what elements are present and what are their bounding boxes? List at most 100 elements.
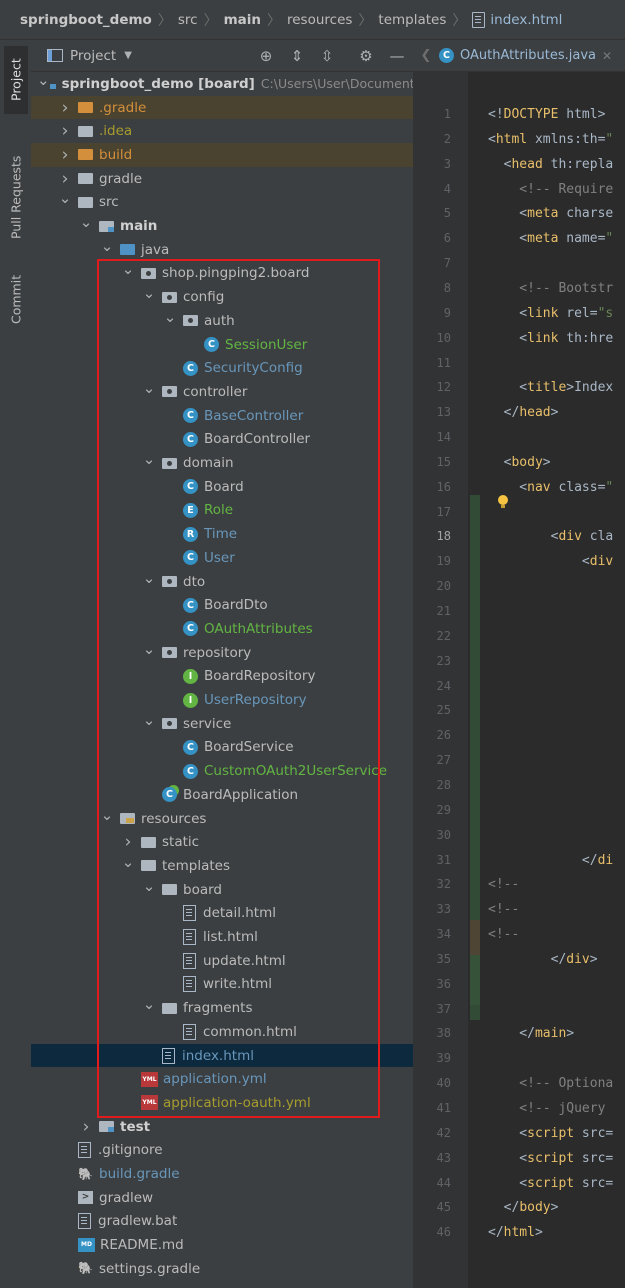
breadcrumb-item[interactable]: springboot_demo (20, 12, 152, 28)
tree-item-write-html[interactable]: write.html (31, 973, 413, 997)
tree-item-gradle[interactable]: › .gradle (31, 95, 413, 120)
tree-item-time[interactable]: R Time (31, 522, 413, 546)
collapse-all-icon[interactable]: ⇳ (317, 46, 337, 66)
tree-item-role[interactable]: E Role (31, 499, 413, 523)
tree-item-fragments[interactable]: ⌄ fragments (31, 996, 413, 1020)
tree-item-userrepository[interactable]: I UserRepository (31, 688, 413, 712)
chevron-right-icon[interactable]: › (58, 98, 72, 118)
tree-item-securityconfig[interactable]: C SecurityConfig (31, 356, 413, 380)
chevron-down-icon[interactable]: ⌄ (163, 309, 177, 324)
chevron-down-icon[interactable]: ⌄ (142, 452, 156, 467)
chevron-down-icon[interactable]: ⌄ (142, 641, 156, 656)
gear-icon[interactable]: ⚙ (356, 46, 376, 66)
tree-item-boardservice[interactable]: C BoardService (31, 736, 413, 760)
tab-pull-requests[interactable]: Pull Requests (4, 132, 28, 262)
tree-item-config[interactable]: ⌄ config (31, 285, 413, 309)
tree-item-boardapplication[interactable]: C BoardApplication (31, 783, 413, 807)
tree-item-update-html[interactable]: update.html (31, 949, 413, 973)
file-icon (78, 1142, 91, 1159)
chevron-down-icon[interactable]: ⌄ (142, 286, 156, 301)
lightbulb-icon[interactable] (497, 495, 509, 509)
breadcrumb-item[interactable]: resources (287, 12, 352, 28)
chevron-right-icon[interactable]: › (121, 832, 135, 852)
tree-item-gradle[interactable]: › gradle (31, 167, 413, 191)
tree-item-user[interactable]: C User (31, 546, 413, 570)
tree-item-application-oauth-yml[interactable]: YML application-oauth.yml (31, 1091, 413, 1115)
chevron-right-icon[interactable]: › (58, 145, 72, 165)
tree-item-resources[interactable]: ⌄ resources (31, 807, 413, 831)
hide-icon[interactable]: — (387, 46, 407, 66)
tree-item-sessionuser[interactable]: C SessionUser (31, 333, 413, 357)
chevron-down-icon[interactable]: ⌄ (142, 997, 156, 1012)
chevron-down-icon[interactable]: ⌄ (142, 712, 156, 727)
editor-tab-oauthattributes[interactable]: C OAuthAttributes.java ✕ (439, 48, 618, 63)
chevron-down-icon[interactable]: ⌄ (121, 262, 135, 277)
tree-item-java[interactable]: ⌄ java (31, 238, 413, 262)
code-token: <!-- Bootstr (488, 280, 614, 296)
tree-item-settings-gradle[interactable]: 🐘 settings.gradle (31, 1257, 413, 1281)
tree-item-customoauth2userservice[interactable]: C CustomOAuth2UserService (31, 759, 413, 783)
chevron-down-icon[interactable]: ⌄ (121, 854, 135, 869)
close-icon[interactable]: ✕ (602, 49, 612, 63)
chevron-down-icon[interactable]: ⌄ (100, 807, 114, 822)
tree-item-common-html[interactable]: common.html (31, 1020, 413, 1044)
tree-item-boarddto[interactable]: C BoardDto (31, 593, 413, 617)
expand-all-icon[interactable]: ⇕ (287, 46, 307, 66)
locate-icon[interactable]: ⊕ (256, 46, 276, 66)
tree-item-board[interactable]: ⌄ board (31, 878, 413, 902)
tree-item-index-html[interactable]: index.html (31, 1043, 413, 1068)
breadcrumb-file[interactable]: index.html (490, 12, 562, 28)
tree-item-service[interactable]: ⌄ service (31, 712, 413, 736)
breadcrumb-item[interactable]: templates (378, 12, 446, 28)
tree-item-application-yml[interactable]: YML application.yml (31, 1067, 413, 1091)
code-token: DOCTYPE (503, 107, 559, 122)
tree-item-gitignore[interactable]: .gitignore (31, 1139, 413, 1163)
tree-item-readme-md[interactable]: MD README.md (31, 1233, 413, 1257)
tree-item-build-gradle[interactable]: 🐘 build.gradle (31, 1162, 413, 1186)
tree-item-idea[interactable]: › .idea (31, 119, 413, 143)
chevron-right-icon[interactable]: › (79, 1117, 93, 1137)
chevron-down-icon[interactable]: ⌄ (37, 72, 50, 87)
tree-item-domain[interactable]: ⌄ domain (31, 451, 413, 475)
tree-item-oauthattributes[interactable]: C OAuthAttributes (31, 617, 413, 641)
tab-project[interactable]: Project (4, 46, 28, 114)
code-line: </body> (488, 1200, 559, 1215)
tree-item-repository[interactable]: ⌄ repository (31, 641, 413, 665)
tree-item-main[interactable]: ⌄ main (31, 214, 413, 238)
chevron-down-icon[interactable]: ⌄ (79, 215, 93, 230)
tree-item-boardrepository[interactable]: I BoardRepository (31, 665, 413, 689)
chevron-down-icon[interactable]: ▼ (124, 50, 132, 61)
chevron-left-icon[interactable]: ❮ (413, 48, 439, 63)
tree-item-templates[interactable]: ⌄ templates (31, 854, 413, 878)
tree-item-controller[interactable]: ⌄ controller (31, 380, 413, 404)
tree-item-auth[interactable]: ⌄ auth (31, 309, 413, 333)
chevron-right-icon[interactable]: › (58, 121, 72, 141)
tree-item-build[interactable]: › build (31, 143, 413, 167)
tree-item-gradlew[interactable]: > gradlew (31, 1186, 413, 1210)
tab-commit[interactable]: Commit (4, 260, 28, 338)
chevron-down-icon[interactable]: ⌄ (58, 191, 72, 206)
tree-item-gradlew-bat[interactable]: gradlew.bat (31, 1210, 413, 1234)
breadcrumb-item[interactable]: src (178, 12, 198, 28)
chevron-right-icon[interactable]: › (58, 169, 72, 189)
tree-item-basecontroller[interactable]: C BaseController (31, 404, 413, 428)
chevron-down-icon[interactable]: ⌄ (142, 380, 156, 395)
tree-item-boardcontroller[interactable]: C BoardController (31, 428, 413, 452)
tree-item-src[interactable]: ⌄ src (31, 191, 413, 215)
chevron-down-icon[interactable]: ⌄ (142, 878, 156, 893)
tree-item-dto[interactable]: ⌄ dto (31, 570, 413, 594)
breadcrumb-item[interactable]: main (224, 12, 261, 28)
code-token: > (550, 405, 559, 421)
tree-item-static[interactable]: › static (31, 830, 413, 854)
tree-item-list-html[interactable]: list.html (31, 925, 413, 949)
code-token: div (589, 554, 614, 570)
tree-item-shop-pingping2-board[interactable]: ⌄ shop.pingping2.board (31, 262, 413, 286)
chevron-down-icon[interactable]: ⌄ (100, 238, 114, 253)
tree-item-board[interactable]: C Board (31, 475, 413, 499)
code-token: html (495, 131, 528, 147)
tree-item-test[interactable]: › test (31, 1115, 413, 1139)
tree-item-detail-html[interactable]: detail.html (31, 902, 413, 926)
tree-item-springboot-demo-board[interactable]: ⌄ springboot_demo [board] C:\Users\User\Do… (31, 72, 413, 96)
project-view-selector[interactable]: Project (70, 48, 116, 64)
chevron-down-icon[interactable]: ⌄ (142, 570, 156, 585)
